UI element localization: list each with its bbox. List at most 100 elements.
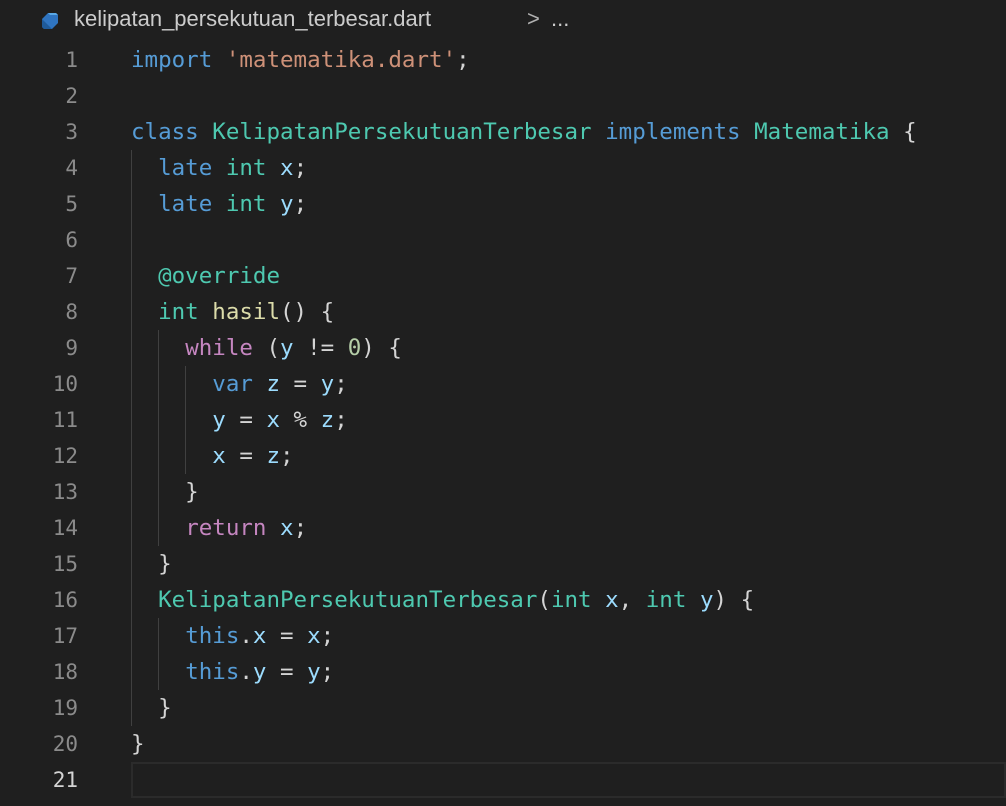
code-line[interactable]: while (y != 0) { xyxy=(131,330,1006,366)
line-number: 15 xyxy=(52,552,78,576)
code-area[interactable]: import 'matematika.dart'; class Kelipatan… xyxy=(131,42,1006,798)
indent-guide xyxy=(185,366,187,474)
code-token: = xyxy=(266,623,308,649)
code-token: } xyxy=(131,551,172,577)
code-token: z xyxy=(266,443,281,469)
code-line[interactable]: } xyxy=(131,726,1006,762)
line-number: 5 xyxy=(65,192,78,216)
code-line[interactable] xyxy=(131,222,1006,258)
breadcrumb-separator: > xyxy=(527,6,540,31)
indent-guide xyxy=(158,330,160,546)
line-number: 6 xyxy=(65,228,78,252)
code-token: = xyxy=(225,407,267,433)
code-line[interactable] xyxy=(131,78,1006,114)
code-line[interactable]: x = z; xyxy=(131,438,1006,474)
code-token: Matematika xyxy=(754,119,890,145)
code-token: late xyxy=(158,155,213,181)
code-token: y xyxy=(252,659,267,685)
code-token: return xyxy=(185,515,267,541)
line-number: 2 xyxy=(65,84,78,108)
code-token: x xyxy=(252,623,267,649)
code-line[interactable]: late int y; xyxy=(131,186,1006,222)
code-token: = xyxy=(266,659,308,685)
code-line[interactable]: return x; xyxy=(131,510,1006,546)
code-token: ; xyxy=(293,191,308,217)
code-line[interactable]: KelipatanPersekutuanTerbesar(int x, int … xyxy=(131,582,1006,618)
line-number: 19 xyxy=(52,696,78,720)
line-number: 9 xyxy=(65,336,78,360)
line-number: 10 xyxy=(52,372,78,396)
code-token: = xyxy=(280,371,321,397)
code-line[interactable]: class KelipatanPersekutuanTerbesar imple… xyxy=(131,114,1006,150)
code-token: while xyxy=(185,335,253,361)
code-line[interactable]: this.y = y; xyxy=(131,654,1006,690)
code-token: () { xyxy=(280,299,335,325)
line-number-gutter: 1 2 3 4 5 6 7 8 9 10 11 12 13 14 15 16 17 18 19 20 21 xyxy=(0,42,100,798)
code-token: y xyxy=(212,407,226,433)
breadcrumb-file-name[interactable]: kelipatan_persekutuan_terbesar.dart xyxy=(74,6,431,32)
code-token: ( xyxy=(252,335,281,361)
code-token: int xyxy=(225,155,267,181)
line-number: 17 xyxy=(52,624,78,648)
code-token: % xyxy=(280,407,321,433)
line-number: 1 xyxy=(65,48,78,72)
code-token: ( xyxy=(537,587,551,613)
code-line[interactable]: } xyxy=(131,474,1006,510)
dart-file-icon xyxy=(42,13,58,29)
code-token: x xyxy=(280,155,294,181)
code-token: != xyxy=(293,335,348,361)
line-number: 4 xyxy=(65,156,78,180)
code-token: x xyxy=(280,515,294,541)
code-token: int xyxy=(550,587,592,613)
code-line[interactable]: } xyxy=(131,690,1006,726)
code-token: ; xyxy=(334,371,348,397)
code-token: y xyxy=(280,191,294,217)
code-token: int xyxy=(158,299,199,325)
code-token: 'matematika.dart' xyxy=(225,47,457,73)
code-line[interactable]: late int x; xyxy=(131,150,1006,186)
code-token: KelipatanPersekutuanTerbesar xyxy=(158,587,538,613)
code-line[interactable]: var z = y; xyxy=(131,366,1006,402)
code-token: KelipatanPersekutuanTerbesar xyxy=(212,119,592,145)
line-number: 18 xyxy=(52,660,78,684)
code-line[interactable]: int hasil() { xyxy=(131,294,1006,330)
line-number: 20 xyxy=(52,732,78,756)
code-editor[interactable]: 1 2 3 4 5 6 7 8 9 10 11 12 13 14 15 16 17 18 19 20 21 import… xyxy=(0,42,1006,806)
code-token: } xyxy=(131,695,172,721)
code-token: implements xyxy=(605,119,741,145)
code-line[interactable]: @override xyxy=(131,258,1006,294)
code-line[interactable]: import 'matematika.dart'; xyxy=(131,42,1006,78)
code-token: ; xyxy=(334,407,348,433)
code-token: hasil xyxy=(212,299,281,325)
line-number: 21 xyxy=(52,768,78,792)
line-number: 16 xyxy=(52,588,78,612)
code-line[interactable]: } xyxy=(131,546,1006,582)
code-line[interactable]: y = x % z; xyxy=(131,402,1006,438)
code-token: this xyxy=(185,659,240,685)
code-token: = xyxy=(225,443,267,469)
breadcrumb: kelipatan_persekutuan_terbesar.dart > ..… xyxy=(0,0,1006,42)
breadcrumb-symbols-more[interactable]: ... xyxy=(551,6,569,32)
line-number: 3 xyxy=(65,120,78,144)
line-number: 12 xyxy=(52,444,78,468)
code-token: import xyxy=(131,47,213,73)
code-token: this xyxy=(185,623,240,649)
code-line[interactable] xyxy=(131,762,1006,798)
code-token: x xyxy=(605,587,619,613)
code-token: ) { xyxy=(361,335,402,361)
code-line[interactable]: this.x = x; xyxy=(131,618,1006,654)
